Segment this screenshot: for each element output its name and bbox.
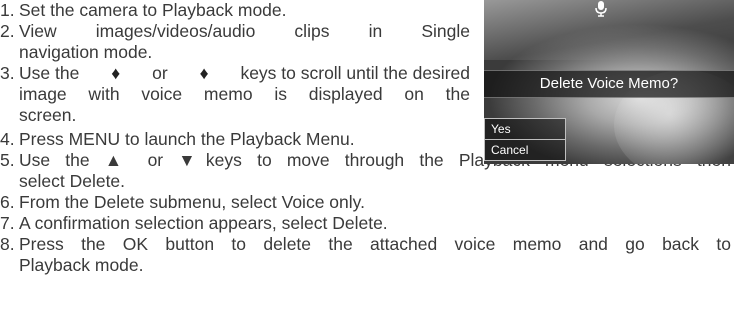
yes-option[interactable]: Yes <box>485 119 565 139</box>
step-number: 5. <box>0 150 15 170</box>
step-text: navigation mode. <box>19 42 153 62</box>
step-number: 4. <box>0 129 15 149</box>
step-number: 1. <box>0 0 15 20</box>
camera-lcd-screen: Delete Voice Memo? Yes Cancel <box>484 0 734 164</box>
step-number: 2. <box>0 21 15 41</box>
step-number: 6. <box>0 192 15 212</box>
delete-voice-memo-prompt: Delete Voice Memo? <box>484 70 734 98</box>
step-text: View images/videos/audio clips in Single <box>19 21 470 41</box>
step-text: Playback mode. <box>19 255 144 275</box>
step-number: 3. <box>0 63 15 83</box>
cancel-option[interactable]: Cancel <box>485 139 565 160</box>
step-number: 8. <box>0 234 15 254</box>
microphone-icon <box>595 1 607 17</box>
step-number: 7. <box>0 213 15 233</box>
left-key-icon: ♦ <box>111 63 121 83</box>
step-text: select Delete. <box>19 171 126 191</box>
step-text: Use the ♦ or ♦ keys to scroll until the … <box>19 63 470 83</box>
step-text: A confirmation selection appears, select… <box>19 213 388 233</box>
step-text: screen. <box>19 105 77 125</box>
confirm-menu: Yes Cancel <box>484 118 566 161</box>
step-text: Set the camera to Playback mode. <box>19 0 287 20</box>
right-key-icon: ♦ <box>199 63 209 83</box>
step-text: Press the OK button to delete the attach… <box>19 234 731 254</box>
step-text: From the Delete submenu, select Voice on… <box>19 192 365 212</box>
step-text: image with voice memo is displayed on th… <box>19 84 470 104</box>
